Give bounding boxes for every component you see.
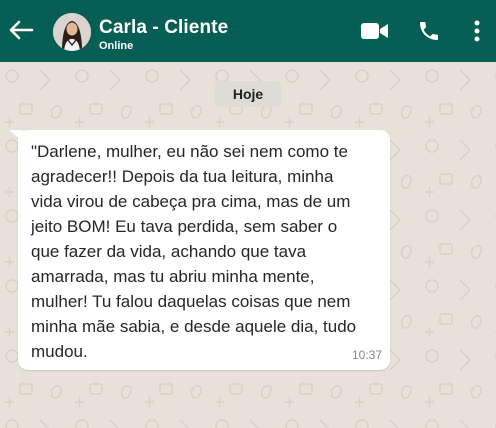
avatar[interactable] xyxy=(53,13,91,51)
contact-status: Online xyxy=(99,40,134,52)
phone-call-icon xyxy=(420,22,438,40)
bubble-tail xyxy=(9,130,23,142)
contact-photo xyxy=(53,13,91,51)
chat-area[interactable]: Hoje "Darlene, mulher, eu não sei nem co… xyxy=(0,62,496,428)
message-timestamp: 10:37 xyxy=(351,348,382,362)
message-text: "Darlene, mulher, eu não sei nem como te… xyxy=(31,142,357,361)
chat-header: Carla - Cliente Online xyxy=(0,0,496,62)
video-call-button[interactable] xyxy=(358,14,392,48)
video-call-icon xyxy=(361,23,388,39)
contact-name[interactable]: Carla - Cliente xyxy=(99,17,228,39)
back-button[interactable] xyxy=(6,15,36,45)
more-options-button[interactable] xyxy=(460,14,494,48)
arrow-left-icon xyxy=(9,20,34,40)
phone-call-button[interactable] xyxy=(412,14,446,48)
more-vertical-icon xyxy=(474,20,480,42)
message-bubble-incoming[interactable]: "Darlene, mulher, eu não sei nem como te… xyxy=(9,130,390,370)
date-chip: Hoje xyxy=(215,81,281,107)
